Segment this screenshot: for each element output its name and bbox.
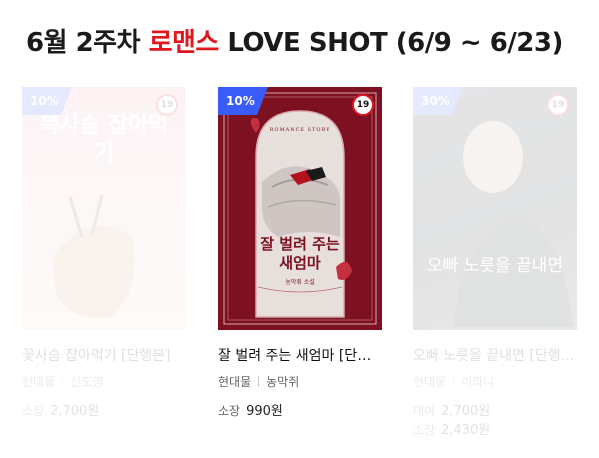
age-19-badge: 19 <box>156 94 178 116</box>
cover-title: 복사슴 잡아먹기 <box>39 112 169 166</box>
book-author[interactable]: 이라니 <box>461 375 494 389</box>
book-author[interactable]: 신도영 <box>70 375 103 389</box>
book-cover[interactable]: ROMANCE STORY 잘 벌려 주는 새엄마 농막쥐 소설 10% 19 <box>218 87 382 330</box>
cover-author: 농막쥐 소설 <box>285 279 315 286</box>
heading-genre: 로맨스 <box>148 28 220 58</box>
meta-divider <box>258 376 260 387</box>
book-title[interactable]: 오빠 노릇을 끝내면 [단행본] <box>413 345 577 365</box>
book-cover[interactable]: 복사슴 잡아먹기 10% 19 <box>22 87 186 330</box>
book-meta: 현대물 농막쥐 <box>218 373 382 390</box>
book-price: 소장 2,700원 <box>22 400 186 419</box>
price-label: 소장 <box>413 423 436 437</box>
price-label: 소장 <box>218 404 241 418</box>
book-cover[interactable]: 오빠 노릇을 끝내면 30% 19 <box>413 87 577 330</box>
book-category[interactable]: 현대물 <box>22 375 55 389</box>
cover-title: 오빠 노릇을 끝내면 <box>427 256 563 276</box>
cover-art <box>223 92 377 325</box>
book-price: 대여 2,700원 소장 2,430원 <box>413 400 577 438</box>
age-19-badge: 19 <box>352 94 374 116</box>
meta-divider <box>453 376 455 387</box>
price-label: 소장 <box>22 404 45 418</box>
price-value: 990원 <box>246 404 283 419</box>
book-author[interactable]: 농막쥐 <box>266 375 299 389</box>
cover-series: ROMANCE STORY <box>269 127 331 133</box>
book-card-3[interactable]: 오빠 노릇을 끝내면 30% 19 오빠 노릇을 끝내면 [단행본] 현대물 이라… <box>413 87 577 438</box>
book-title[interactable]: 잘 벌려 주는 새엄마 [단행본] <box>218 345 382 365</box>
heading-week: 6월 2주차 <box>26 28 141 58</box>
book-price: 소장 990원 <box>218 400 382 419</box>
book-card-1[interactable]: 복사슴 잡아먹기 10% 19 꽃사슴 잡아먹기 [단행본] 현대물 신도영 소장… <box>22 87 186 419</box>
own-price-line: 소장 2,430원 <box>413 419 577 438</box>
section-heading: 6월 2주차 로맨스 LOVE SHOT (6/9 ~ 6/23) <box>26 22 563 59</box>
book-card-2[interactable]: ROMANCE STORY 잘 벌려 주는 새엄마 농막쥐 소설 10% 19 … <box>218 87 382 419</box>
cover-title: 잘 벌려 주는 새엄마 <box>260 235 340 272</box>
book-meta: 현대물 신도영 <box>22 373 186 390</box>
cover-art <box>453 121 573 327</box>
book-category[interactable]: 현대물 <box>218 375 251 389</box>
rent-value: 2,700원 <box>441 404 491 419</box>
meta-divider <box>62 376 64 387</box>
heading-event: LOVE SHOT (6/9 ~ 6/23) <box>227 28 563 58</box>
book-title[interactable]: 꽃사슴 잡아먹기 [단행본] <box>22 345 186 365</box>
rent-price-line: 대여 2,700원 <box>413 400 577 419</box>
rent-label: 대여 <box>413 404 436 418</box>
price-value: 2,430원 <box>441 423 491 438</box>
book-meta: 현대물 이라니 <box>413 373 577 390</box>
book-category[interactable]: 현대물 <box>413 375 446 389</box>
age-19-badge: 19 <box>547 94 569 116</box>
price-value: 2,700원 <box>50 404 100 419</box>
